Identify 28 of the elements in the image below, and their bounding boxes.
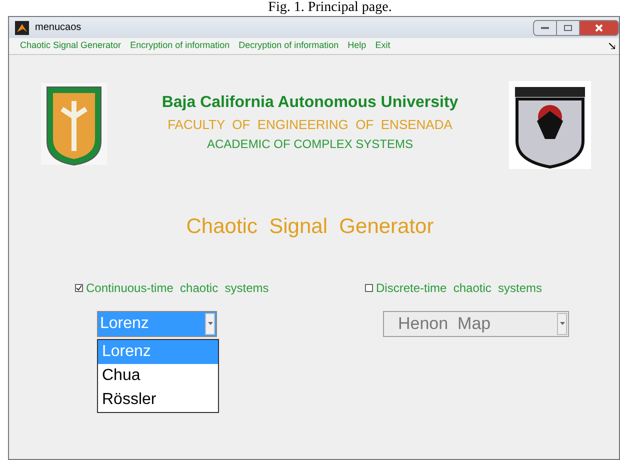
menu-item[interactable]: Chaotic Signal Generator bbox=[20, 39, 122, 53]
university-name: Baja California Autonomous University bbox=[162, 93, 458, 113]
menu-item[interactable]: Help bbox=[348, 39, 366, 53]
maximize-button[interactable] bbox=[557, 20, 579, 36]
app-logo-icon bbox=[15, 20, 29, 34]
checkbox-label: Discrete-time chaotic systems bbox=[376, 280, 542, 296]
dropdown[interactable]: Lorenz bbox=[97, 310, 217, 336]
faculty-name: FACULTY OF ENGINEERING OF ENSENADA bbox=[168, 116, 452, 134]
academy-name: ACADEMIC OF COMPLEX SYSTEMS bbox=[206, 136, 414, 152]
page-heading: Chaotic Signal Generator bbox=[185, 214, 435, 240]
caret-icon bbox=[557, 312, 567, 334]
dropdown-value: Henon Map bbox=[398, 312, 492, 335]
window-title: menucaos bbox=[35, 21, 82, 35]
checkbox-label: Continuous-time chaotic systems bbox=[86, 280, 269, 296]
dock-arrow-icon[interactable] bbox=[609, 43, 615, 49]
dropdown-option[interactable]: Rössler bbox=[98, 388, 218, 412]
menu-item[interactable]: Exit bbox=[375, 39, 390, 53]
checkbox[interactable] bbox=[365, 284, 373, 292]
checkbox[interactable] bbox=[75, 284, 83, 292]
dropdown-value: Lorenz bbox=[100, 314, 150, 334]
dropdown-option[interactable]: Lorenz bbox=[98, 340, 218, 364]
close-button[interactable] bbox=[579, 20, 619, 36]
caret-icon bbox=[205, 312, 215, 334]
menu-item[interactable]: Decryption of information bbox=[238, 39, 339, 53]
close-icon bbox=[595, 24, 603, 32]
menu-item[interactable]: Encryption of information bbox=[130, 39, 230, 53]
dropdown-option[interactable]: Chua bbox=[98, 364, 218, 388]
minimize-button[interactable] bbox=[533, 20, 557, 36]
